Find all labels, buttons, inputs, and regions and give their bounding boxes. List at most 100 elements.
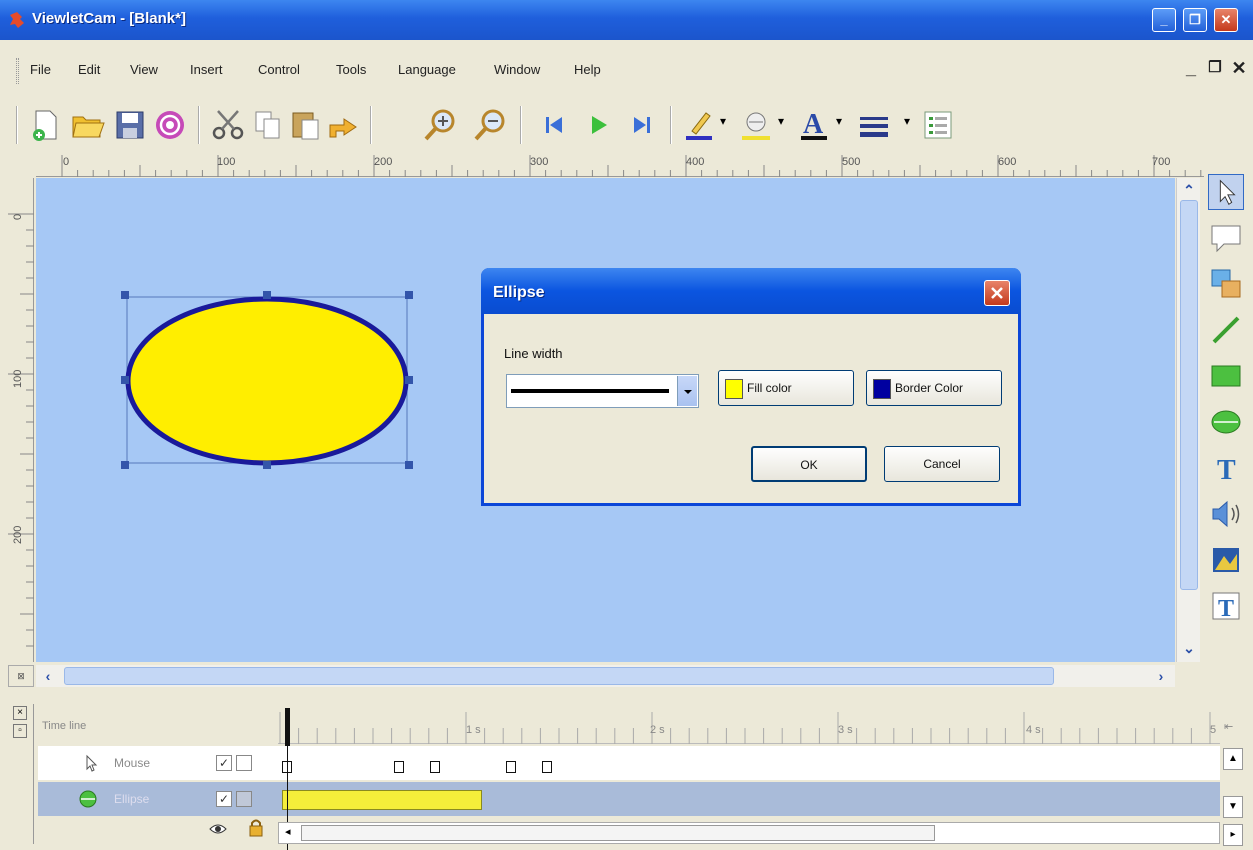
timeline-row-ellipse[interactable]: Ellipse ✓ [38,782,278,816]
border-color-button[interactable]: Border Color [866,370,1002,406]
menu-insert[interactable]: Insert [190,62,223,77]
keyframe-marker[interactable] [394,761,404,773]
line-style-dropdown-icon[interactable]: ▾ [904,114,910,128]
scroll-up-icon[interactable]: ▲ [1223,748,1243,770]
timeline-scroll-thumb[interactable] [301,825,935,841]
close-icon[interactable]: × [13,706,27,720]
title-bar[interactable]: ViewletCam - [Blank*] _ ❐ ✕ [0,0,1253,40]
dialog-close-button[interactable] [984,280,1010,306]
open-folder-icon[interactable] [70,107,106,143]
timeline-track-area[interactable]: 1 s 2 s 3 s 4 s 5 ◂ [278,706,1220,850]
ellipse-shape[interactable] [121,291,413,469]
chevron-down-icon[interactable] [677,376,697,406]
layer-visible-checkbox[interactable]: ✓ [216,791,232,807]
line-style-icon[interactable] [856,107,892,143]
font-color-dropdown-icon[interactable]: ▾ [836,114,842,128]
menu-language[interactable]: Language [398,62,456,77]
line-tool-icon[interactable] [1208,312,1244,348]
fill-color-icon[interactable] [738,107,774,143]
layer-lock-checkbox[interactable] [236,791,252,807]
scroll-down-icon[interactable]: ▼ [1223,796,1243,818]
select-arrow-icon[interactable] [1208,174,1244,210]
dialog-title-bar[interactable]: Ellipse [481,268,1021,314]
play-icon[interactable] [580,107,616,143]
ellipse-tool-icon[interactable] [1208,404,1244,440]
timeline-vertical-scrollbar[interactable]: ⇤ ▲ ▼ ▸ [1220,706,1246,846]
image-tool-icon[interactable] [1208,542,1244,578]
mdi-close-button[interactable]: ✕ [1228,58,1250,82]
canvas-vertical-scrollbar[interactable]: ⌃ ⌄ [1176,178,1200,662]
mdi-minimize-button[interactable]: _ [1180,58,1202,82]
timeline-dock-handle[interactable]: × ▫ [8,704,34,844]
fill-color-button[interactable]: Fill color [718,370,854,406]
timeline-ruler[interactable]: 1 s 2 s 3 s 4 s 5 [278,706,1220,744]
layer-visible-checkbox[interactable]: ✓ [216,755,232,771]
text-tool-icon[interactable]: T [1208,450,1244,486]
speech-bubble-icon[interactable] [1208,220,1244,256]
fill-color-dropdown-icon[interactable]: ▾ [778,114,784,128]
lock-icon[interactable] [248,818,264,838]
restore-button[interactable]: ❐ [1183,8,1207,32]
font-color-icon[interactable]: A [796,107,832,143]
layer-lock-checkbox[interactable] [236,755,252,771]
zoom-out-icon[interactable] [472,107,508,143]
scroll-right-icon[interactable]: ▸ [1223,824,1243,846]
sound-icon[interactable] [1208,496,1244,532]
new-file-icon[interactable] [28,107,64,143]
record-icon[interactable] [152,107,188,143]
menu-tools[interactable]: Tools [336,62,366,77]
timeline-header[interactable]: Time line [42,720,86,732]
line-color-dropdown-icon[interactable]: ▾ [720,114,726,128]
last-frame-icon[interactable] [624,107,660,143]
keyframe-marker[interactable] [506,761,516,773]
first-frame-icon[interactable] [536,107,572,143]
time-tick-label: 1 s [466,724,481,736]
keyframe-marker[interactable] [430,761,440,773]
vertical-scroll-thumb[interactable] [1180,200,1198,590]
scroll-down-icon[interactable]: ⌄ [1179,638,1199,658]
toolbar-grip[interactable] [16,106,18,144]
horizontal-scroll-thumb[interactable] [64,667,1054,685]
rectangle-tool-icon[interactable] [1208,358,1244,394]
zoom-fit-icon[interactable]: ⊠ [8,665,34,687]
paste-icon[interactable] [288,107,324,143]
redo-arrow-icon[interactable] [326,107,362,143]
properties-icon[interactable] [920,107,956,143]
keyframe-marker[interactable] [542,761,552,773]
menu-window[interactable]: Window [494,62,540,77]
menu-bar: File Edit View Insert Control Tools Lang… [0,54,1253,88]
line-width-preview [511,389,669,393]
text-box-icon[interactable]: T [1208,588,1244,624]
menu-view[interactable]: View [130,62,158,77]
scroll-left-icon[interactable]: ◂ [285,825,291,838]
menubar-grip[interactable] [16,58,19,84]
scroll-right-icon[interactable]: › [1151,666,1171,686]
mdi-restore-button[interactable]: ❐ [1204,58,1226,82]
scroll-up-icon[interactable]: ⌃ [1179,180,1199,200]
dock-icon[interactable]: ▫ [13,724,27,738]
menu-control[interactable]: Control [258,62,300,77]
timeline-row-mouse[interactable]: Mouse ✓ [38,746,278,780]
eye-icon[interactable] [208,820,228,838]
close-button[interactable]: ✕ [1214,8,1238,32]
minimize-button[interactable]: _ [1152,8,1176,32]
mouse-track[interactable] [278,746,1220,780]
timeline-horizontal-scrollbar[interactable]: ◂ [278,822,1220,844]
playhead-handle[interactable] [285,708,290,746]
line-width-select[interactable] [506,374,699,408]
menu-edit[interactable]: Edit [78,62,100,77]
collapse-icon[interactable]: ⇤ [1224,720,1233,733]
save-icon[interactable] [112,107,148,143]
image-pair-icon[interactable] [1208,266,1244,302]
zoom-in-icon[interactable] [422,107,458,143]
ok-button[interactable]: OK [751,446,867,482]
line-color-icon[interactable] [682,107,718,143]
ellipse-duration-bar[interactable] [282,790,482,810]
menu-help[interactable]: Help [574,62,601,77]
cancel-button[interactable]: Cancel [884,446,1000,482]
cut-icon[interactable] [210,107,246,143]
canvas-horizontal-scrollbar[interactable]: ‹ › [36,665,1175,687]
menu-file[interactable]: File [30,62,51,77]
scroll-left-icon[interactable]: ‹ [38,666,58,686]
copy-icon[interactable] [250,107,286,143]
